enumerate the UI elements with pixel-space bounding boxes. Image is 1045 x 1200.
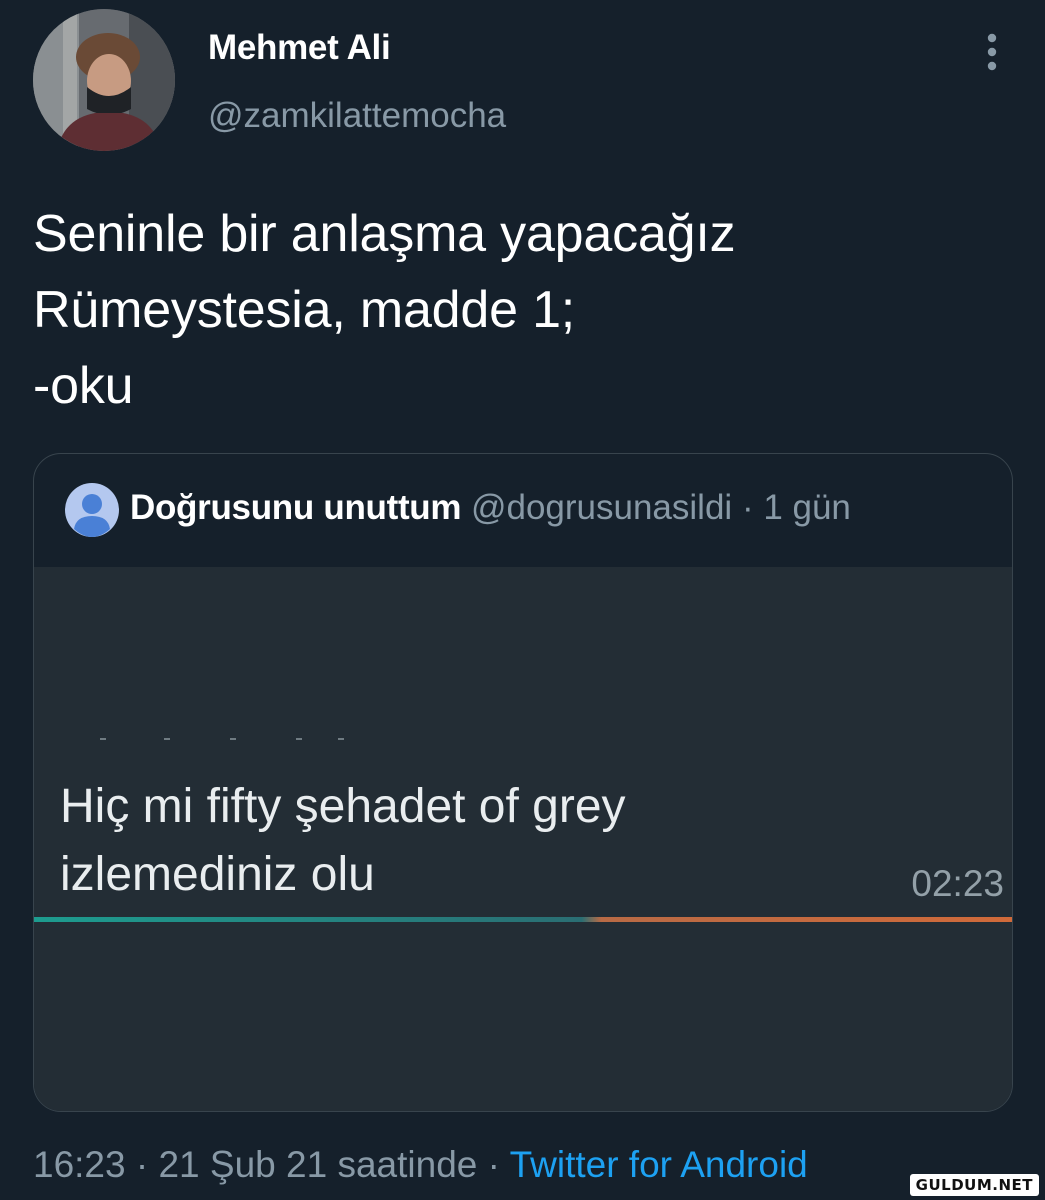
tweet-text-line: Rümeystesia, madde 1; [33,281,576,339]
chat-message-line: izlemediniz olu [60,848,375,901]
quoted-author-name[interactable]: Doğrusunu unuttum [130,488,462,527]
author-photo [33,9,175,151]
tweet-text-line: Seninle bir anlaşma yapacağız [33,205,736,263]
media-dots [100,738,344,740]
quoted-author-avatar[interactable] [65,483,119,537]
author-display-name[interactable]: Mehmet Ali [208,28,391,68]
chat-message-time: 02:23 [911,863,1004,904]
tweet-text-line: -oku [33,357,134,415]
quoted-tweet-age: · 1 gün [741,488,851,527]
media-divider-bar [34,917,1012,922]
chat-message-text: Hiç mi fifty şehadet of grey izlemediniz… [60,773,626,909]
quoted-author-handle[interactable]: @dogrusunasildi [471,488,732,527]
tweet-timestamp[interactable]: 16:23 · 21 Şub 21 saatinde [33,1144,477,1185]
quoted-tweet-header: Doğrusunu unuttum @dogrusunasildi · 1 gü… [130,488,851,528]
tweet-footer: 16:23 · 21 Şub 21 saatinde · Twitter for… [33,1144,808,1186]
footer-separator: · [477,1144,510,1185]
more-vertical-icon [987,33,997,71]
author-avatar[interactable] [33,9,175,151]
author-handle[interactable]: @zamkilattemocha [208,96,506,136]
tweet-source-link[interactable]: Twitter for Android [510,1144,808,1185]
tweet-detail-page: Mehmet Ali @zamkilattemocha Seninle bir … [0,0,1045,1200]
more-options-button[interactable] [972,30,1012,74]
quoted-tweet-card[interactable]: Doğrusunu unuttum @dogrusunasildi · 1 gü… [33,453,1013,1112]
default-profile-icon [65,483,119,537]
site-watermark: GULDUM.NET [909,1174,1039,1196]
tweet-text: Seninle bir anlaşma yapacağız Rümeystesi… [33,196,993,424]
chat-message-line: Hiç mi fifty şehadet of grey [60,780,626,833]
quoted-tweet-image[interactable]: Hiç mi fifty şehadet of grey izlemediniz… [34,567,1012,1111]
